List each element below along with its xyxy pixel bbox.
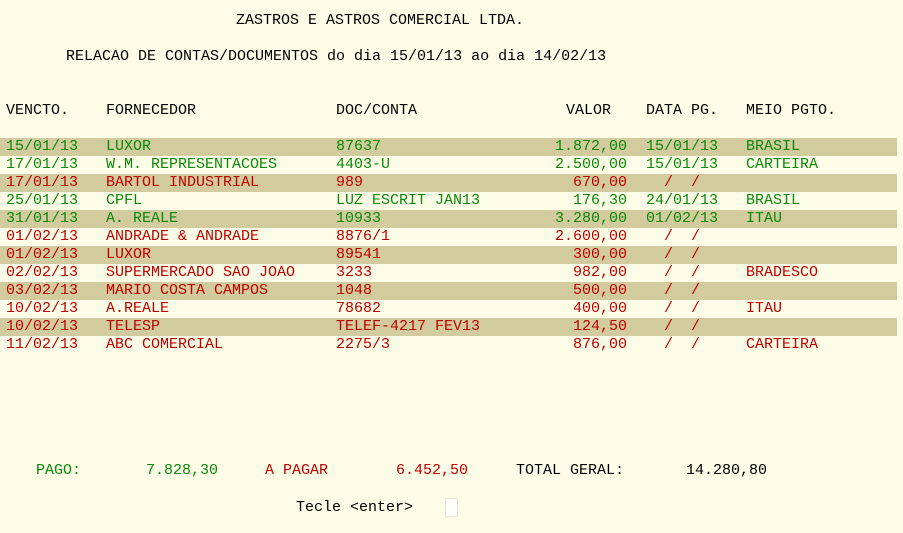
cell-data-pg: 01/02/13 (646, 210, 719, 227)
cell-data-pg: 24/01/13 (646, 192, 719, 209)
table-row: 17/01/13 W.M. REPRESENTACOES 4403-U 2.50… (0, 156, 897, 174)
report-title: ZASTROS E ASTROS COMERCIAL LTDA. (236, 12, 525, 29)
cell-fornecedor: A.REALE (106, 300, 170, 317)
table-row: 10/02/13 A.REALE 78682 400,00 / / ITAU (0, 300, 897, 318)
cell-valor: 2.500,00 (554, 156, 627, 173)
cell-doc: 3233 (336, 264, 373, 281)
cell-valor: 2.600,00 (554, 228, 627, 245)
cell-vencto: 17/01/13 (6, 174, 79, 191)
cell-valor: 500,00 (572, 282, 627, 299)
cell-meio: ITAU (746, 300, 783, 317)
table-row: 11/02/13 ABC COMERCIAL 2275/3 876,00 / /… (0, 336, 897, 354)
cell-doc: 10933 (336, 210, 382, 227)
cell-meio: BRADESCO (746, 264, 819, 281)
cell-fornecedor: LUXOR (106, 246, 152, 263)
cell-vencto: 25/01/13 (6, 192, 79, 209)
cell-fornecedor: TELESP (106, 318, 161, 335)
cell-data-pg: / / (646, 228, 701, 245)
cell-doc: 4403-U (336, 156, 391, 173)
cell-vencto: 11/02/13 (6, 336, 79, 353)
cell-fornecedor: ANDRADE & ANDRADE (106, 228, 260, 245)
a-pagar-label: A PAGAR (265, 462, 329, 479)
table-row: 31/01/13 A. REALE 10933 3.280,00 01/02/1… (0, 210, 897, 228)
cell-doc: TELEF-4217 FEV13 (336, 318, 481, 335)
cell-valor: 3.280,00 (554, 210, 627, 227)
cell-vencto: 01/02/13 (6, 246, 79, 263)
table-row: 03/02/13 MARIO COSTA CAMPOS 1048 500,00 … (0, 282, 897, 300)
input-cursor[interactable] (445, 498, 458, 517)
table-row: 10/02/13 TELESP TELEF-4217 FEV13 124,50 … (0, 318, 897, 336)
cell-fornecedor: SUPERMERCADO SAO JOAO (106, 264, 296, 281)
total-geral-label: TOTAL GERAL: (516, 462, 625, 479)
cell-doc: LUZ ESCRIT JAN13 (336, 192, 481, 209)
cell-fornecedor: MARIO COSTA CAMPOS (106, 282, 269, 299)
cell-meio: BRASIL (746, 138, 801, 155)
cell-fornecedor: A. REALE (106, 210, 179, 227)
table-row: 15/01/13 LUXOR 87637 1.872,00 15/01/13 B… (0, 138, 897, 156)
table-row: 02/02/13 SUPERMERCADO SAO JOAO 3233 982,… (0, 264, 897, 282)
table-row: 25/01/13 CPFL LUZ ESCRIT JAN13 176,30 24… (0, 192, 897, 210)
cell-valor: 300,00 (572, 246, 627, 263)
cell-doc: 8876/1 (336, 228, 391, 245)
column-header-data-pg: DATA PG. (646, 102, 719, 119)
table-row: 17/01/13 BARTOL INDUSTRIAL 989 670,00 / … (0, 174, 897, 192)
pago-value: 7.828,30 (146, 462, 219, 479)
cell-valor: 876,00 (572, 336, 627, 353)
cell-data-pg: / / (646, 264, 701, 281)
total-geral-value: 14.280,80 (686, 462, 768, 479)
cell-valor: 1.872,00 (554, 138, 627, 155)
column-header-doc: DOC/CONTA (336, 102, 418, 119)
cell-valor: 670,00 (572, 174, 627, 191)
cell-data-pg: / / (646, 300, 701, 317)
cell-meio: CARTEIRA (746, 336, 819, 353)
cell-vencto: 10/02/13 (6, 318, 79, 335)
table-row: 01/02/13 ANDRADE & ANDRADE 8876/1 2.600,… (0, 228, 897, 246)
cell-data-pg: / / (646, 174, 701, 191)
cell-data-pg: / / (646, 246, 701, 263)
cell-vencto: 15/01/13 (6, 138, 79, 155)
cell-data-pg: / / (646, 318, 701, 335)
cell-data-pg: / / (646, 282, 701, 299)
cell-data-pg: 15/01/13 (646, 138, 719, 155)
column-header-meio: MEIO PGTO. (746, 102, 837, 119)
a-pagar-value: 6.452,50 (396, 462, 469, 479)
pago-label: PAGO: (36, 462, 82, 479)
cell-vencto: 02/02/13 (6, 264, 79, 281)
cell-vencto: 01/02/13 (6, 228, 79, 245)
cell-valor: 176,30 (572, 192, 627, 209)
column-header-vencto: VENCTO. (6, 102, 70, 119)
cell-doc: 989 (336, 174, 364, 191)
cell-vencto: 03/02/13 (6, 282, 79, 299)
cell-meio: CARTEIRA (746, 156, 819, 173)
cell-vencto: 10/02/13 (6, 300, 79, 317)
cell-fornecedor: CPFL (106, 192, 143, 209)
cell-data-pg: / / (646, 336, 701, 353)
cell-data-pg: 15/01/13 (646, 156, 719, 173)
cell-doc: 87637 (336, 138, 382, 155)
enter-prompt: Tecle <enter> (296, 499, 414, 516)
cell-fornecedor: LUXOR (106, 138, 152, 155)
cell-vencto: 31/01/13 (6, 210, 79, 227)
report-subtitle: RELACAO DE CONTAS/DOCUMENTOS do dia 15/0… (66, 48, 607, 65)
cell-doc: 78682 (336, 300, 382, 317)
cell-meio: BRASIL (746, 192, 801, 209)
cell-valor: 124,50 (572, 318, 627, 335)
column-header-valor: VALOR (566, 102, 612, 119)
table-row: 01/02/13 LUXOR 89541 300,00 / / (0, 246, 897, 264)
cell-vencto: 17/01/13 (6, 156, 79, 173)
column-header-fornecedor: FORNECEDOR (106, 102, 197, 119)
cell-fornecedor: ABC COMERCIAL (106, 336, 224, 353)
cell-doc: 2275/3 (336, 336, 391, 353)
cell-fornecedor: W.M. REPRESENTACOES (106, 156, 278, 173)
cell-valor: 982,00 (572, 264, 627, 281)
cell-doc: 89541 (336, 246, 382, 263)
cell-valor: 400,00 (572, 300, 627, 317)
cell-fornecedor: BARTOL INDUSTRIAL (106, 174, 260, 191)
cell-meio: ITAU (746, 210, 783, 227)
cell-doc: 1048 (336, 282, 373, 299)
